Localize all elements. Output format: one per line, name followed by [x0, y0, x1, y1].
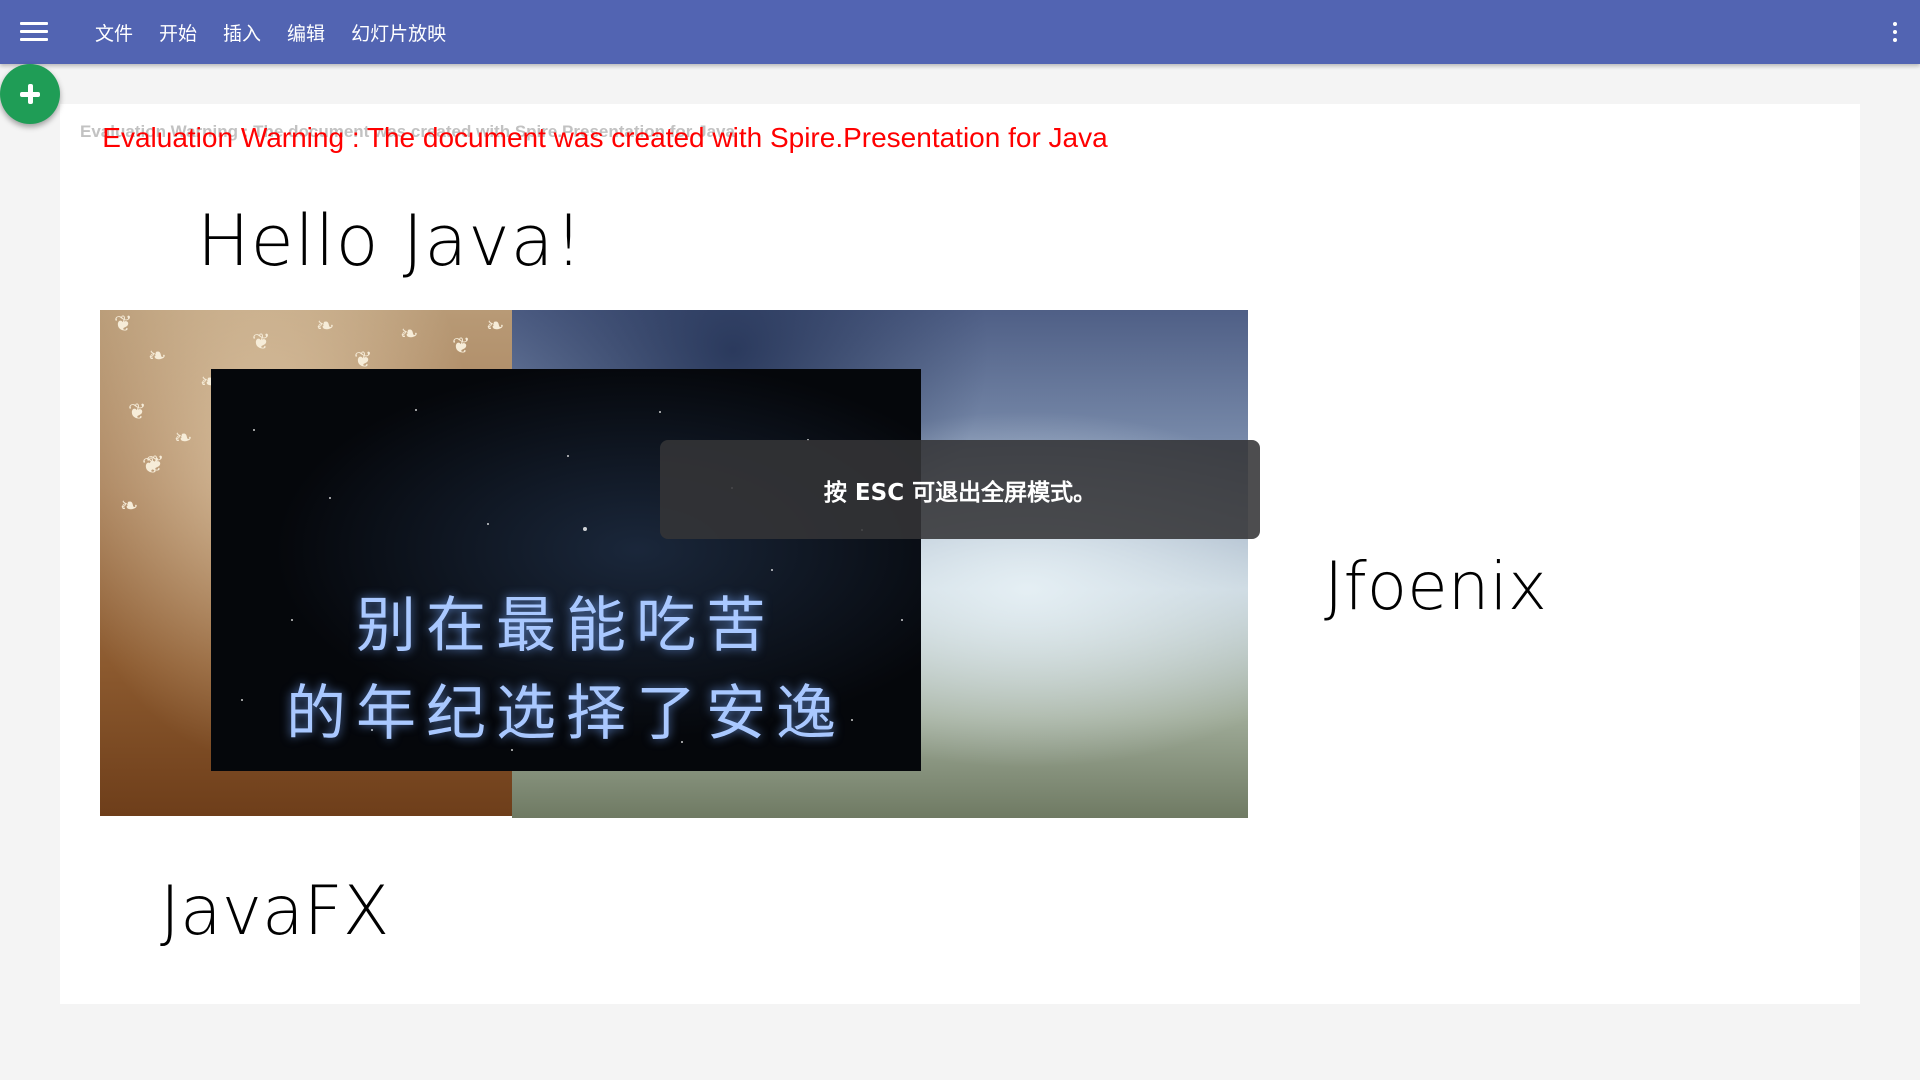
menu-insert[interactable]: 插入: [210, 13, 274, 52]
bird-icon: ❧: [316, 314, 335, 339]
add-slide-button[interactable]: [0, 64, 60, 124]
title-hello-java: Hello Java!: [197, 200, 584, 282]
slide-canvas[interactable]: Evaluation Warning : The document was cr…: [60, 104, 1860, 1004]
bird-icon: ❧: [486, 314, 505, 339]
fullscreen-exit-hint-text: 按 ESC 可退出全屏模式。: [823, 479, 1097, 506]
hamburger-menu-icon[interactable]: [18, 19, 50, 45]
evaluation-warning: Evaluation Warning : The document was cr…: [102, 122, 1108, 153]
bird-icon: ❦: [114, 312, 133, 337]
poem-line-2: 的年纪选择了安逸: [286, 679, 846, 749]
poem-line-1: 别在最能吃苦: [356, 591, 776, 661]
bird-icon: ❧: [120, 494, 139, 519]
menu-file[interactable]: 文件: [82, 13, 146, 52]
menu-slideshow[interactable]: 幻灯片放映: [338, 13, 459, 52]
title-jfoenix: Jfoenix: [1324, 548, 1547, 625]
more-vert-icon[interactable]: [1890, 20, 1900, 44]
bird-icon: ❧: [174, 426, 193, 451]
bird-icon: ❦: [252, 330, 271, 355]
menu-home[interactable]: 开始: [146, 13, 210, 52]
bird-icon: ❧: [400, 322, 419, 347]
menu-edit[interactable]: 编辑: [274, 13, 338, 52]
photo-poem-card: 别在最能吃苦 的年纪选择了安逸: [211, 369, 921, 771]
bird-icon: ❦: [452, 334, 471, 359]
menu-bar: 文件 开始 插入 编辑 幻灯片放映: [82, 0, 459, 64]
bird-icon: ❦: [128, 400, 147, 425]
title-javafx: JavaFX: [160, 872, 390, 951]
bird-icon: ❧: [148, 344, 167, 369]
app-bar: 文件 开始 插入 编辑 幻灯片放映: [0, 0, 1920, 64]
fullscreen-exit-hint: 按 ESC 可退出全屏模式。: [660, 440, 1260, 539]
bird-icon: ❦: [146, 452, 165, 477]
